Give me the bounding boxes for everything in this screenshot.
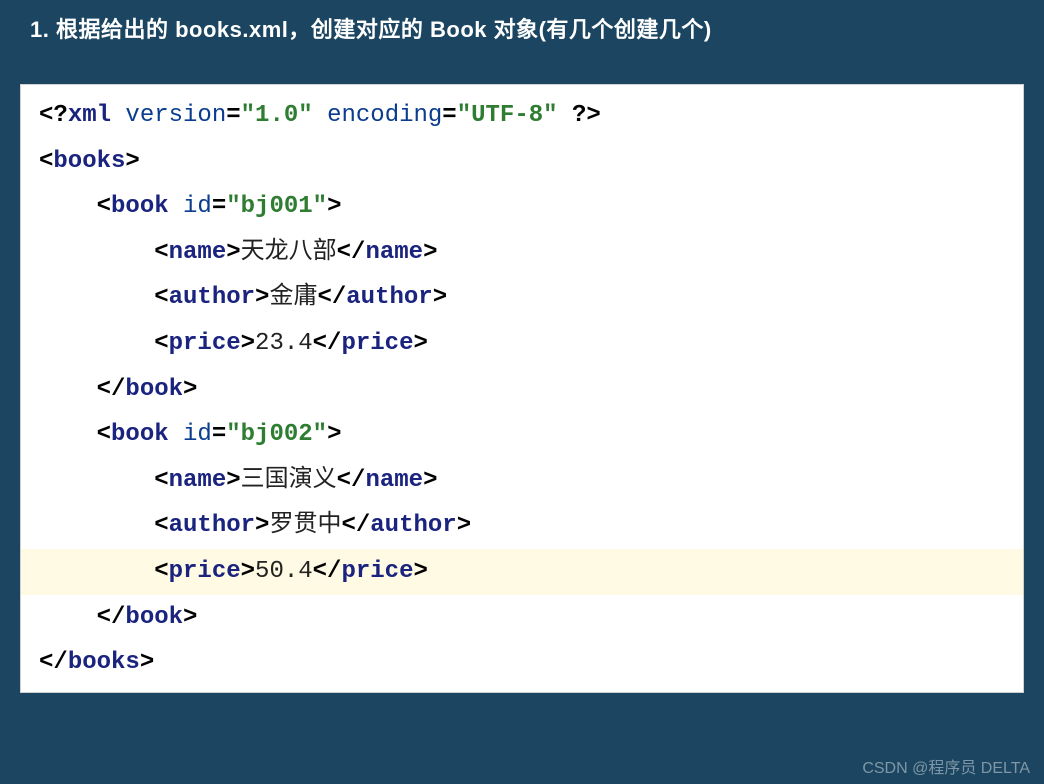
xml-code-block: <?xml version="1.0" encoding="UTF-8" ?> … — [20, 84, 1024, 693]
code-line: </book> — [21, 367, 1023, 413]
code-line: <book id="bj002"> — [21, 412, 1023, 458]
code-line: <book id="bj001"> — [21, 184, 1023, 230]
code-line: <name>天龙八部</name> — [21, 230, 1023, 276]
code-line: </book> — [21, 595, 1023, 641]
code-line: <price>50.4</price> — [21, 549, 1023, 595]
task-heading: 1. 根据给出的 books.xml，创建对应的 Book 对象(有几个创建几个… — [0, 0, 1044, 54]
code-line: <name>三国演义</name> — [21, 458, 1023, 504]
code-line: <author>金庸</author> — [21, 275, 1023, 321]
code-line: <price>23.4</price> — [21, 321, 1023, 367]
code-line: <books> — [21, 139, 1023, 185]
code-line: <?xml version="1.0" encoding="UTF-8" ?> — [21, 93, 1023, 139]
code-line: </books> — [21, 640, 1023, 686]
watermark-text: CSDN @程序员 DELTA — [862, 754, 1030, 778]
code-line: <author>罗贯中</author> — [21, 503, 1023, 549]
